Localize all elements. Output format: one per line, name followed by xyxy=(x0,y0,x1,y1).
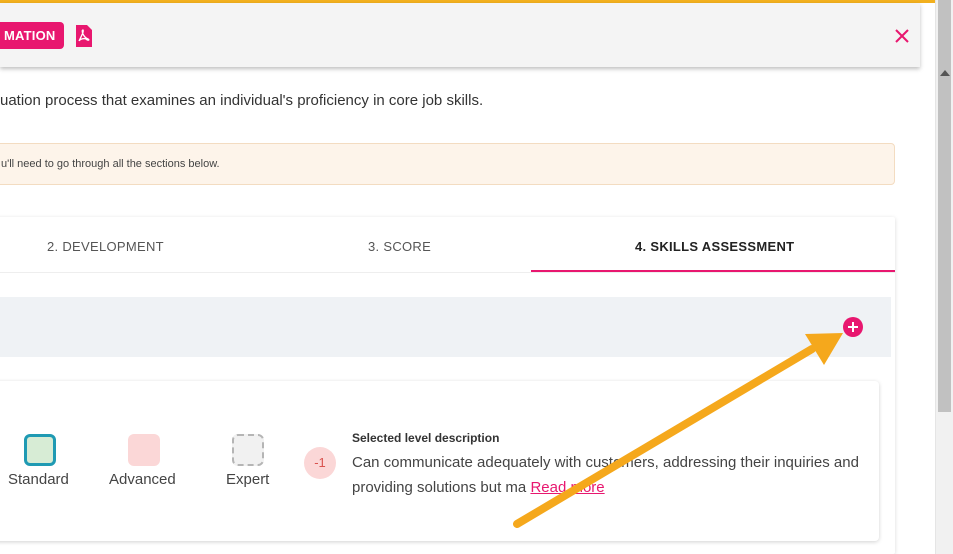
active-tab-indicator xyxy=(531,270,895,272)
modal: MATION uation process that examines an i… xyxy=(0,0,935,554)
level-advanced-box[interactable] xyxy=(128,434,160,466)
information-button[interactable]: MATION xyxy=(0,22,64,49)
scroll-up-arrow-icon[interactable] xyxy=(940,70,950,76)
tab-development[interactable]: 2. DEVELOPMENT xyxy=(47,239,164,254)
skill-card: Standard Advanced Expert -1 Selected lev… xyxy=(0,381,879,541)
level-standard-box[interactable] xyxy=(24,434,56,466)
notice-banner: u'll need to go through all the sections… xyxy=(0,143,895,185)
level-label-expert: Expert xyxy=(226,471,270,488)
description-title: Selected level description xyxy=(352,431,500,445)
read-more-link[interactable]: Read more xyxy=(530,479,604,496)
tabs-divider xyxy=(0,272,895,273)
section-header-bar xyxy=(0,297,891,357)
level-expert-box[interactable] xyxy=(232,434,264,466)
gap-badge: -1 xyxy=(304,447,336,479)
level-label-advanced: Advanced xyxy=(109,471,176,488)
level-label-standard: Standard xyxy=(8,471,69,488)
notice-text: u'll need to go through all the sections… xyxy=(1,158,220,170)
plus-circle-icon[interactable] xyxy=(843,317,863,337)
modal-header: MATION xyxy=(0,3,920,67)
scrollbar[interactable] xyxy=(935,0,953,554)
tab-score[interactable]: 3. SCORE xyxy=(368,239,431,254)
intro-text: uation process that examines an individu… xyxy=(0,92,484,109)
description-body: Can communicate adequately with customer… xyxy=(352,454,859,496)
close-icon[interactable] xyxy=(891,25,913,47)
description-text: Can communicate adequately with customer… xyxy=(352,450,872,500)
pdf-icon[interactable] xyxy=(74,24,94,48)
scrollbar-thumb[interactable] xyxy=(938,120,951,412)
tab-skills-assessment[interactable]: 4. SKILLS ASSESSMENT xyxy=(635,239,794,254)
